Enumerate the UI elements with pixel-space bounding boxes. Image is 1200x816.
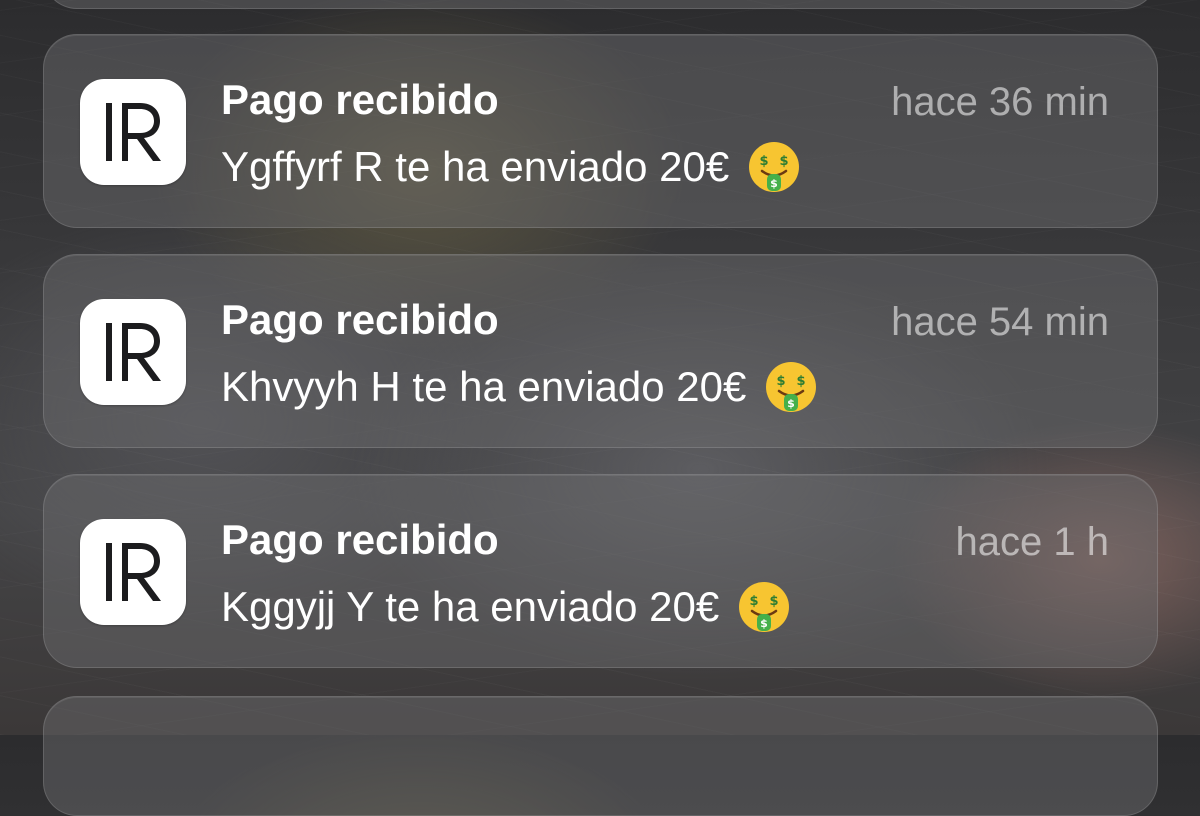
notification-card-partial-bottom[interactable] — [43, 696, 1158, 816]
svg-text:$: $ — [777, 374, 786, 389]
svg-text:$: $ — [760, 617, 768, 630]
revolut-r-icon — [80, 519, 186, 625]
svg-text:$: $ — [780, 154, 789, 169]
notification-message: Khvyyh H te ha enviado 20€ — [221, 363, 747, 410]
svg-text:$: $ — [760, 154, 769, 169]
money-mouth-face-icon: $ $ $ — [749, 142, 800, 192]
notification-body: Ygffyrf R te ha enviado 20€ $ $ $ — [221, 139, 801, 195]
notification-time: hace 1 h — [955, 520, 1109, 564]
notification-card[interactable]: Pago recibido hace 54 min Khvyyh H te ha… — [43, 254, 1158, 448]
notification-card[interactable]: Pago recibido hace 36 min Ygffyrf R te h… — [43, 34, 1158, 228]
notification-title: Pago recibido — [221, 76, 499, 123]
notification-card-partial-top[interactable] — [43, 0, 1158, 9]
notification-time: hace 54 min — [891, 300, 1109, 344]
notification-title: Pago recibido — [221, 296, 499, 343]
notification-message: Ygffyrf R te ha enviado 20€ — [221, 143, 730, 190]
money-mouth-face-icon: $ $ $ — [766, 362, 817, 412]
notification-message: Kggyjj Y te ha enviado 20€ — [221, 583, 720, 630]
notification-body: Kggyjj Y te ha enviado 20€ $ $ $ — [221, 579, 791, 635]
notification-body: Khvyyh H te ha enviado 20€ $ $ $ — [221, 359, 818, 415]
notification-card[interactable]: Pago recibido hace 1 h Kggyjj Y te ha en… — [43, 474, 1158, 668]
notification-time: hace 36 min — [891, 80, 1109, 124]
notification-title: Pago recibido — [221, 516, 499, 563]
svg-text:$: $ — [750, 594, 759, 609]
svg-text:$: $ — [797, 374, 806, 389]
revolut-r-icon — [80, 79, 186, 185]
svg-text:$: $ — [788, 397, 796, 410]
svg-text:$: $ — [770, 177, 778, 190]
revolut-r-icon — [80, 299, 186, 405]
svg-text:$: $ — [770, 594, 779, 609]
money-mouth-face-icon: $ $ $ — [739, 582, 790, 632]
